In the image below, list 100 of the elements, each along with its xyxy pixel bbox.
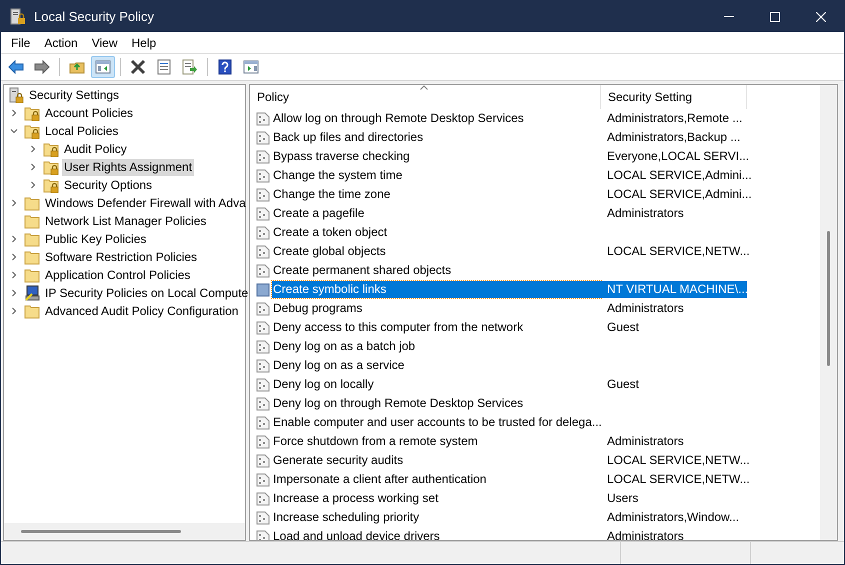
locked-folder-icon xyxy=(43,159,59,175)
chevron-right-icon[interactable] xyxy=(10,253,18,261)
setting-cell-text: Guest xyxy=(606,319,640,336)
policy-icon xyxy=(256,472,270,486)
tree-item[interactable]: Application Control Policies xyxy=(43,266,192,284)
policy-cell[interactable]: Generate security audits xyxy=(272,452,601,469)
policy-cell[interactable]: Back up files and directories xyxy=(272,129,601,146)
chevron-right-icon[interactable] xyxy=(29,163,37,171)
policy-icon xyxy=(256,150,270,164)
policy-cell[interactable]: Force shutdown from a remote system xyxy=(272,433,601,450)
policy-icon xyxy=(256,358,270,372)
locked-folder-icon xyxy=(43,177,59,193)
policy-icon xyxy=(256,244,270,258)
setting-cell-text: Administrators,Backup ... xyxy=(606,129,742,146)
policy-cell[interactable]: Debug programs xyxy=(272,300,601,317)
policy-icon xyxy=(256,378,270,392)
tree-item[interactable]: Account Policies xyxy=(43,104,136,122)
policy-cell[interactable]: Increase a process working set xyxy=(272,490,601,507)
policy-icon xyxy=(256,188,270,202)
policy-cell[interactable]: Impersonate a client after authentication xyxy=(272,471,601,488)
setting-cell-text: LOCAL SERVICE,NETW... xyxy=(606,471,747,488)
policy-icon xyxy=(256,206,270,220)
folder-icon xyxy=(24,303,40,319)
forward-arrow-icon xyxy=(34,59,50,75)
folder-icon xyxy=(24,195,40,211)
tree-item[interactable]: User Rights Assignment xyxy=(62,158,194,176)
chevron-right-icon[interactable] xyxy=(10,307,18,315)
locked-folder-icon xyxy=(24,105,40,121)
column-header[interactable]: Policy xyxy=(250,85,601,109)
close-icon xyxy=(816,12,826,22)
menu-item[interactable]: Action xyxy=(37,32,85,52)
policy-cell[interactable]: Allow log on through Remote Desktop Services xyxy=(272,110,601,127)
policy-cell[interactable]: Change the time zone xyxy=(272,186,601,203)
policy-cell[interactable]: Create a token object xyxy=(272,224,601,241)
setting-cell-text: Guest xyxy=(606,376,640,393)
policy-cell[interactable]: Create global objects xyxy=(272,243,601,260)
back-arrow-icon xyxy=(8,59,24,75)
policy-icon xyxy=(256,320,270,334)
policy-cell[interactable]: Deny access to this computer from the network xyxy=(272,319,601,336)
chevron-right-icon[interactable] xyxy=(29,145,37,153)
tree-item[interactable]: IP Security Policies on Local Compute xyxy=(43,284,250,302)
policy-cell[interactable]: Change the system time xyxy=(272,167,601,184)
chevron-right-icon[interactable] xyxy=(10,109,18,117)
window-title: Local Security Policy xyxy=(34,8,154,26)
policy-cell[interactable]: Create permanent shared objects xyxy=(272,262,601,279)
policy-cell[interactable]: Enable computer and user accounts to be trusted for delega... xyxy=(272,414,603,431)
minimize-icon xyxy=(724,16,734,17)
chevron-down-icon[interactable] xyxy=(10,127,18,135)
tree-item[interactable]: Network List Manager Policies xyxy=(43,212,208,230)
policy-cell[interactable]: Create symbolic links xyxy=(272,281,601,298)
policy-cell[interactable]: Deny log on as a batch job xyxy=(272,338,601,355)
tree-item[interactable]: Security Settings xyxy=(27,86,122,104)
policy-icon xyxy=(256,396,270,410)
policy-icon xyxy=(256,130,270,144)
tree-item[interactable]: Security Options xyxy=(62,176,154,194)
setting-cell-text: Administrators,Window... xyxy=(606,509,740,526)
menu-item[interactable]: View xyxy=(84,32,124,52)
chevron-right-icon[interactable] xyxy=(10,235,18,243)
setting-cell-text: LOCAL SERVICE,NETW... xyxy=(606,452,747,469)
setting-cell-text: Administrators,Remote ... xyxy=(606,110,744,127)
scrollbar-thumb[interactable] xyxy=(21,530,181,533)
setting-cell: NT VIRTUAL MACHINE\... xyxy=(601,281,747,298)
menu-item[interactable]: File xyxy=(4,32,38,52)
column-header[interactable]: Security Setting xyxy=(601,85,747,109)
policy-icon xyxy=(256,112,270,126)
chevron-right-icon[interactable] xyxy=(10,289,18,297)
policy-cell[interactable]: Deny log on through Remote Desktop Services xyxy=(272,395,601,412)
chevron-right-icon[interactable] xyxy=(29,181,37,189)
chevron-right-icon[interactable] xyxy=(10,199,18,207)
sort-caret-icon xyxy=(420,85,428,90)
setting-cell-text: LOCAL SERVICE,NETW... xyxy=(606,243,747,260)
setting-cell-text: Users xyxy=(606,490,640,507)
setting-cell-text: Administrators xyxy=(606,433,685,450)
setting-cell-text: Everyone,LOCAL SERVI... xyxy=(606,148,747,165)
tree-item[interactable]: Windows Defender Firewall with Adva xyxy=(43,194,248,212)
menu-item[interactable]: Help xyxy=(124,32,164,52)
tree-item[interactable]: Software Restriction Policies xyxy=(43,248,200,266)
maximize-icon xyxy=(770,12,780,22)
policy-icon xyxy=(256,282,270,296)
console-tree-icon xyxy=(95,59,111,75)
tree-item[interactable]: Audit Policy xyxy=(62,140,129,158)
policy-cell[interactable]: Deny log on as a service xyxy=(272,357,601,374)
locked-folder-icon xyxy=(43,141,59,157)
server-lock-icon xyxy=(8,87,24,103)
scrollbar-thumb[interactable] xyxy=(827,231,830,366)
policy-cell[interactable]: Deny log on locally xyxy=(272,376,601,393)
policy-cell[interactable]: Create a pagefile xyxy=(272,205,601,222)
setting-cell-text: Administrators xyxy=(606,528,685,540)
delete-x-icon xyxy=(130,59,146,75)
policy-cell[interactable]: Bypass traverse checking xyxy=(272,148,601,165)
chevron-right-icon[interactable] xyxy=(10,271,18,279)
locked-folder-icon xyxy=(24,123,40,139)
policy-cell[interactable]: Increase scheduling priority xyxy=(272,509,601,526)
setting-cell-text: Administrators xyxy=(606,300,685,317)
tree-item[interactable]: Local Policies xyxy=(43,122,120,140)
tree-item[interactable]: Advanced Audit Policy Configuration xyxy=(43,302,240,320)
policy-cell[interactable]: Load and unload device drivers xyxy=(272,528,601,540)
tree-item[interactable]: Public Key Policies xyxy=(43,230,148,248)
policy-icon xyxy=(256,340,270,354)
policy-icon xyxy=(256,434,270,448)
